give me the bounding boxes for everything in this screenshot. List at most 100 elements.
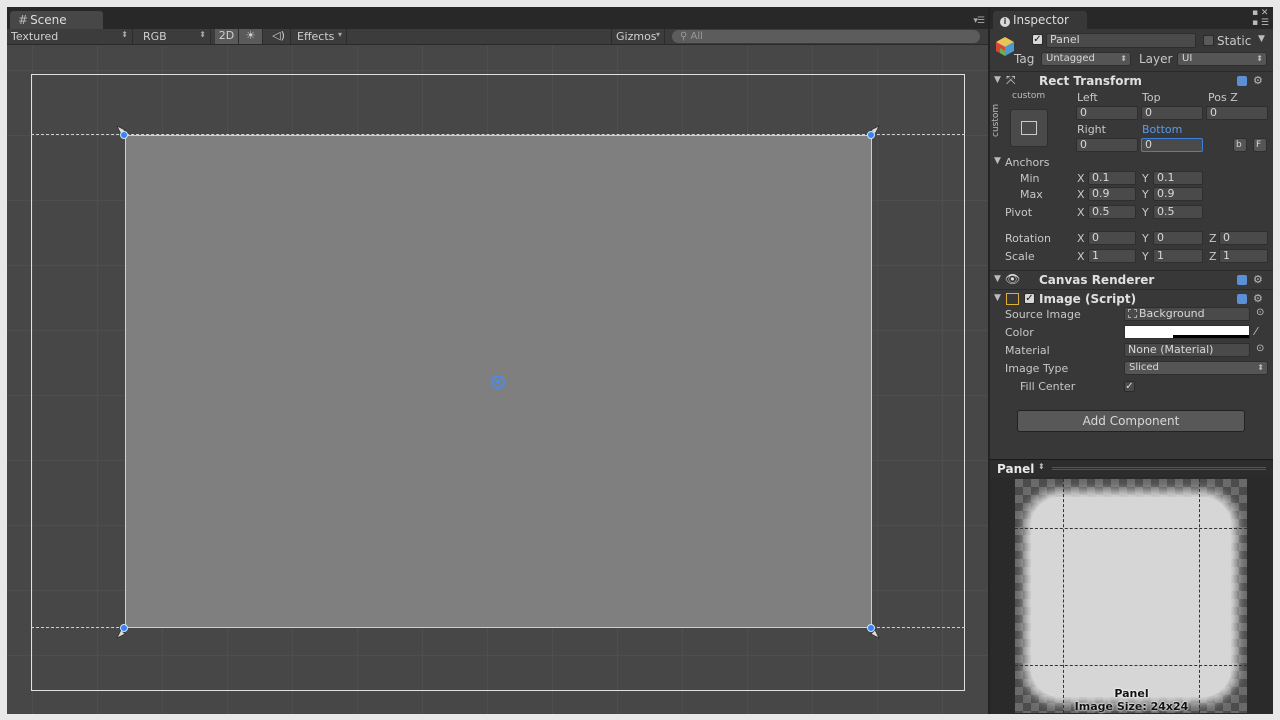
effects-dropdown[interactable]: Effects ▾ (293, 29, 347, 44)
gear-icon[interactable]: ⚙ (1253, 292, 1263, 305)
pivot-handle-icon[interactable] (491, 375, 505, 389)
preview-dropdown-arrow-icon[interactable]: ⬍ (1038, 462, 1045, 471)
anchor-max-y-field[interactable]: 0.9 (1153, 187, 1203, 201)
preview-caption-size: Image Size: 24x24 (1074, 700, 1189, 713)
corner-handle-top-left[interactable] (120, 131, 128, 139)
slice-guide-left (1063, 479, 1064, 713)
gizmos-dropdown[interactable]: Gizmos ▾ (611, 29, 665, 44)
scene-viewport[interactable] (7, 46, 988, 714)
top-field[interactable]: 0 (1141, 106, 1203, 120)
object-picker-icon[interactable]: ⊙ (1256, 343, 1264, 354)
scale-z-field[interactable]: 1 (1219, 249, 1268, 263)
help-book-icon[interactable] (1237, 275, 1247, 285)
top-label: Top (1142, 91, 1161, 104)
image-type-dropdown[interactable]: Sliced ⬍ (1124, 361, 1268, 375)
anchor-min-y-field[interactable]: 0.1 (1153, 171, 1203, 185)
corner-handle-bottom-left[interactable] (120, 624, 128, 632)
object-name-field[interactable]: Panel (1046, 33, 1196, 48)
2d-toggle-button[interactable]: 2D (215, 29, 239, 44)
source-image-field[interactable]: Background (1124, 307, 1250, 321)
help-book-icon[interactable] (1237, 76, 1247, 86)
gizmos-label: Gizmos (616, 30, 657, 43)
shading-mode-dropdown[interactable]: Textured ⬍ (7, 29, 133, 44)
pivot-y-field[interactable]: 0.5 (1153, 205, 1203, 219)
y-label: Y (1142, 206, 1149, 219)
collapse-arrow-icon[interactable]: ▼ (994, 274, 1001, 284)
blueprint-mode-button[interactable]: b (1233, 138, 1247, 152)
dropdown-arrow-icon: ⬍ (199, 30, 206, 39)
static-dropdown-arrow-icon[interactable]: ▼ (1258, 34, 1265, 44)
preview-title[interactable]: Panel (997, 462, 1034, 476)
left-label: Left (1077, 91, 1098, 104)
layer-dropdown[interactable]: UI ⬍ (1177, 52, 1267, 66)
tab-scene[interactable]: # Scene (10, 11, 103, 29)
right-field[interactable]: 0 (1076, 138, 1138, 152)
image-script-title: Image (Script) (1039, 292, 1137, 306)
rect-transform-header[interactable]: ▼ ⤧ Rect Transform ⚙ (990, 71, 1273, 90)
scene-tab-bar: # Scene ▾☰ (7, 7, 988, 29)
image-script-header[interactable]: ▼ ✓ Image (Script) ⚙ (990, 289, 1273, 308)
color-swatch[interactable] (1124, 325, 1250, 339)
inspector-tab-label: Inspector (1013, 13, 1069, 27)
shading-mode-value: Textured (11, 30, 59, 43)
tab-inspector[interactable]: i Inspector (993, 11, 1087, 29)
search-icon: ⚲ (680, 31, 688, 42)
x-label: X (1077, 206, 1085, 219)
rotation-z-field[interactable]: 0 (1219, 231, 1268, 245)
posz-field[interactable]: 0 (1206, 106, 1268, 120)
scale-y-field[interactable]: 1 (1153, 249, 1203, 263)
image-enabled-checkbox[interactable]: ✓ (1024, 293, 1035, 304)
canvas-renderer-header[interactable]: ▼ 👁 Canvas Renderer ⚙ (990, 270, 1273, 289)
material-field[interactable]: None (Material) (1124, 343, 1250, 357)
object-picker-icon[interactable]: ⊙ (1256, 307, 1264, 318)
anchor-preset-button[interactable] (1010, 109, 1048, 147)
window-controls-icon[interactable]: ▪ ✕ ▪ ☰ (1252, 8, 1269, 28)
lighting-toggle-icon[interactable]: ☀ (239, 29, 263, 44)
rotation-y-field[interactable]: 0 (1153, 231, 1203, 245)
source-image-value: Background (1139, 307, 1205, 320)
scene-tab-label: Scene (30, 13, 67, 27)
y-label: Y (1142, 250, 1149, 263)
anchor-max-x-field[interactable]: 0.9 (1088, 187, 1136, 201)
anchor-preset-side-label: custom (991, 103, 1001, 137)
editor-area: # Scene ▾☰ Textured ⬍ RGB ⬍ 2D ☀ ◁) Effec… (7, 7, 1273, 714)
alpha-bar (1173, 335, 1249, 338)
panel-menu-icon[interactable]: ▾☰ (973, 16, 985, 26)
add-component-button[interactable]: Add Component (1017, 410, 1245, 432)
scene-view: # Scene ▾☰ Textured ⬍ RGB ⬍ 2D ☀ ◁) Effec… (7, 7, 988, 714)
rotation-label: Rotation (1005, 232, 1052, 245)
eyedropper-icon[interactable]: ⁄ (1255, 325, 1257, 338)
anchors-collapse-icon[interactable]: ▼ (994, 156, 1001, 166)
audio-toggle-icon[interactable]: ◁) (267, 29, 291, 44)
bottom-field[interactable]: 0 (1141, 138, 1203, 152)
raw-edit-mode-button[interactable]: F (1253, 138, 1267, 152)
gear-icon[interactable]: ⚙ (1253, 74, 1263, 87)
source-image-label: Source Image (1005, 308, 1081, 321)
info-icon: i (1000, 17, 1010, 27)
pivot-x-field[interactable]: 0.5 (1088, 205, 1136, 219)
collapse-arrow-icon[interactable]: ▼ (994, 293, 1001, 303)
preview-header: Panel ⬍ (990, 459, 1273, 477)
left-field[interactable]: 0 (1076, 106, 1138, 120)
anchors-label: Anchors (1005, 156, 1050, 169)
help-book-icon[interactable] (1237, 294, 1247, 304)
collapse-arrow-icon[interactable]: ▼ (994, 75, 1001, 85)
preview-resize-handle[interactable] (1052, 467, 1266, 470)
corner-handle-top-right[interactable] (867, 131, 875, 139)
scene-search-input[interactable]: ⚲ All (672, 30, 980, 43)
sprite-icon (1128, 309, 1137, 318)
fill-center-checkbox[interactable]: ✓ (1124, 381, 1135, 392)
rotation-x-field[interactable]: 0 (1088, 231, 1136, 245)
y-label: Y (1142, 188, 1149, 201)
scale-x-field[interactable]: 1 (1088, 249, 1136, 263)
tag-dropdown[interactable]: Untagged ⬍ (1041, 52, 1131, 66)
min-label: Min (1020, 172, 1040, 185)
gear-icon[interactable]: ⚙ (1253, 273, 1263, 286)
render-mode-dropdown[interactable]: RGB ⬍ (139, 29, 211, 44)
object-active-checkbox[interactable]: ✓ (1032, 34, 1043, 45)
color-label: Color (1005, 326, 1034, 339)
corner-handle-bottom-right[interactable] (867, 624, 875, 632)
y-label: Y (1142, 232, 1149, 245)
static-checkbox[interactable] (1203, 35, 1214, 46)
anchor-min-x-field[interactable]: 0.1 (1088, 171, 1136, 185)
